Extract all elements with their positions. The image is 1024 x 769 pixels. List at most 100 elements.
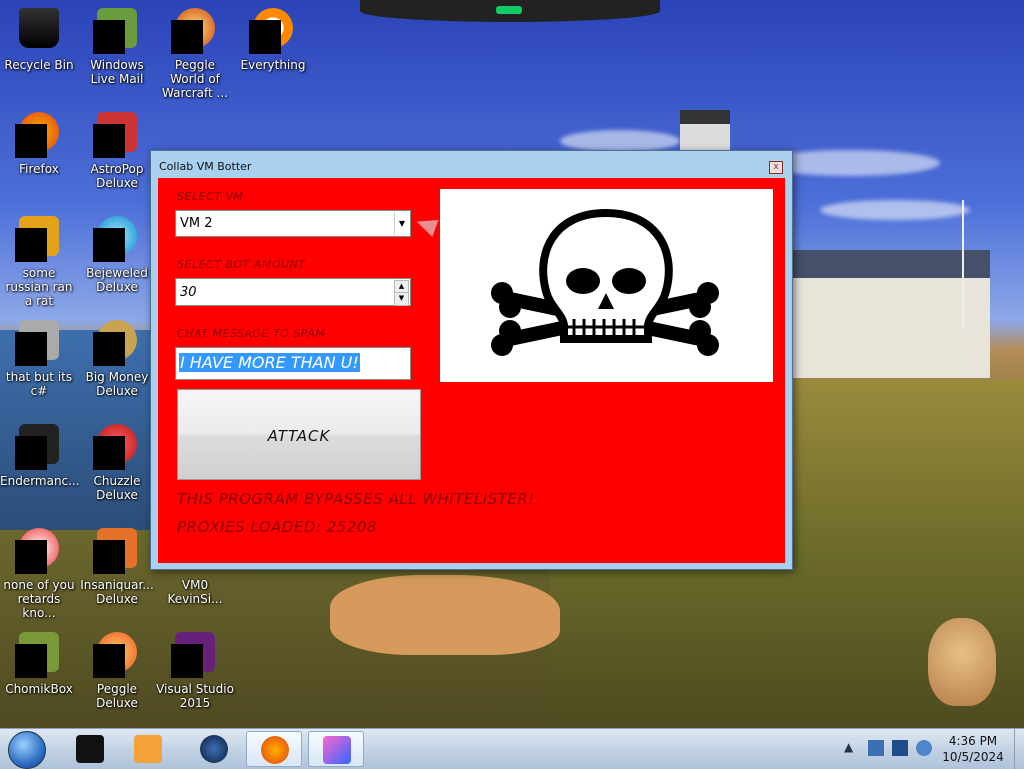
collab-vm-botter-window: Collab VM Botter x SELECT VM VM 2 ▼ SELE… [150, 150, 793, 570]
firefox-icon [261, 736, 289, 764]
desktop-icon-firefox[interactable]: Firefox [0, 110, 78, 176]
dock-indicator [496, 6, 522, 14]
skull-picture-box [440, 189, 773, 382]
bot-amount-stepper[interactable]: 30 ▲ ▼ [175, 278, 411, 306]
chevron-down-icon[interactable]: ▼ [394, 212, 409, 235]
recycle-bin-icon [19, 8, 59, 48]
vm-select-dropdown[interactable]: VM 2 ▼ [175, 210, 411, 237]
rock [330, 575, 560, 655]
desktop-icon-label: AstroPop Deluxe [90, 162, 144, 190]
chat-message-input[interactable]: I HAVE MORE THAN U! [175, 347, 411, 380]
stepper-down-icon[interactable]: ▼ [394, 292, 409, 306]
show-desktop-button[interactable] [1014, 729, 1024, 769]
media-player-icon [134, 735, 162, 763]
desktop-icon-that-but-its-csharp[interactable]: that but its c# [0, 318, 78, 398]
desktop-icon-endermanc[interactable]: Endermanc... [0, 422, 80, 488]
top-dock-widget [360, 0, 660, 22]
skull-crossbones-icon [491, 208, 719, 356]
desktop-icon-peggle-deluxe[interactable]: Peggle Deluxe [78, 630, 156, 710]
desktop-icon-windows-live-mail[interactable]: Windows Live Mail [78, 6, 156, 86]
redaction-box [15, 228, 47, 262]
desktop-icon-chomikbox[interactable]: ChomikBox [0, 630, 78, 696]
taskbar-button-media-player[interactable] [120, 731, 176, 767]
desktop-icon-label: Chuzzle Deluxe [93, 474, 141, 502]
attack-button-label: ATTACK [267, 427, 331, 445]
desktop-icon-chuzzle[interactable]: Chuzzle Deluxe [78, 422, 156, 502]
redaction-box [93, 540, 125, 574]
attack-button[interactable]: ATTACK [177, 389, 421, 480]
taskbar-button-collab-vm-botter[interactable] [308, 731, 364, 767]
redaction-box [93, 124, 125, 158]
taskbar: ▲ 4:36 PM 10/5/2024 [0, 728, 1024, 769]
bot-amount-value: 30 [180, 285, 197, 300]
clock-time: 4:36 PM [948, 734, 998, 748]
volume-icon[interactable] [916, 740, 932, 756]
mouse-cursor-icon [413, 213, 439, 237]
desktop-icon-everything[interactable]: Everything [234, 6, 312, 72]
desktop-icon-label: some russian ran a rat [5, 266, 73, 308]
desktop-icon-peggle-wow[interactable]: Peggle World of Warcraft ... [156, 6, 234, 100]
window-client-area: SELECT VM VM 2 ▼ SELECT BOT AMOUNT 30 ▲ … [158, 178, 785, 563]
taskbar-button-globe[interactable] [186, 731, 242, 767]
desktop-icon-label: Everything [240, 58, 306, 72]
desktop-icon-visual-studio[interactable]: Visual Studio 2015 [156, 630, 234, 710]
desktop-icon-label: Bejeweled Deluxe [86, 266, 148, 294]
clock-date: 10/5/2024 [942, 750, 1004, 764]
desktop-icon-label: Peggle World of Warcraft ... [162, 58, 228, 100]
desktop-icon-label: none of you retards kno... [3, 578, 75, 620]
desktop-icon-label: Windows Live Mail [90, 58, 144, 86]
taskbar-button-firefox[interactable] [246, 731, 302, 767]
taskbar-button-black-box[interactable] [62, 731, 118, 767]
desktop-icon-label: VM0 KevinSi... [167, 578, 223, 606]
redaction-box [93, 332, 125, 366]
title-bar[interactable]: Collab VM Botter x [151, 151, 792, 177]
desktop-icon-label: Peggle Deluxe [96, 682, 138, 710]
redaction-box [93, 644, 125, 678]
tray-app-icon[interactable] [868, 740, 884, 756]
select-vm-label: SELECT VM [177, 190, 244, 203]
bypass-message: THIS PROGRAM BYPASSES ALL WHITELISTER! [177, 490, 535, 508]
desktop-icon-bejeweled[interactable]: Bejeweled Deluxe [78, 214, 156, 294]
desktop-icon-big-money[interactable]: Big Money Deluxe [78, 318, 156, 398]
cloud [560, 130, 680, 152]
cloud [820, 200, 970, 220]
app-icon [323, 736, 351, 764]
chat-message-text: I HAVE MORE THAN U! [179, 353, 360, 372]
start-button[interactable] [8, 731, 46, 769]
bot-amount-label: SELECT BOT AMOUNT [177, 258, 306, 271]
redaction-box [249, 20, 281, 54]
desktop-icon-some-russian[interactable]: some russian ran a rat [0, 214, 78, 308]
show-hidden-icons-icon[interactable]: ▲ [844, 740, 860, 756]
redaction-box [15, 332, 47, 366]
chat-message-label: CHAT MESSAGE TO SPAM [177, 327, 326, 340]
desktop-icon-label: Big Money Deluxe [85, 370, 149, 398]
desktop-icon-label: Endermanc... [0, 474, 80, 488]
window-title: Collab VM Botter [159, 160, 252, 173]
close-icon[interactable]: x [769, 161, 783, 174]
desktop-icon-astropop[interactable]: AstroPop Deluxe [78, 110, 156, 190]
redaction-box [93, 20, 125, 54]
desktop-icon-label: Recycle Bin [4, 58, 74, 72]
black-box-icon [76, 735, 104, 763]
vm-select-value: VM 2 [180, 216, 213, 231]
system-tray: ▲ [844, 737, 934, 761]
redaction-box [15, 644, 47, 678]
house [790, 250, 990, 378]
desktop-icon-insaniquarium[interactable]: Insaniquar... Deluxe [78, 526, 156, 606]
clock[interactable]: 4:36 PM 10/5/2024 [936, 733, 1010, 765]
desktop-icon-label: ChomikBox [5, 682, 73, 696]
hamster-pet[interactable] [928, 618, 996, 706]
redaction-box [93, 228, 125, 262]
desktop-icon-label: that but its c# [5, 370, 73, 398]
desktop-icon-label: Visual Studio 2015 [156, 682, 234, 710]
globe-icon [200, 735, 228, 763]
redaction-box [15, 436, 47, 470]
redaction-box [171, 644, 203, 678]
redaction-box [93, 436, 125, 470]
desktop-icon-label: Firefox [19, 162, 59, 176]
desktop-icon-recycle-bin[interactable]: Recycle Bin [0, 6, 78, 72]
redaction-box [15, 124, 47, 158]
flag-pole [962, 200, 964, 330]
desktop-icon-none-of-you[interactable]: none of you retards kno... [0, 526, 78, 620]
network-icon[interactable] [892, 740, 908, 756]
